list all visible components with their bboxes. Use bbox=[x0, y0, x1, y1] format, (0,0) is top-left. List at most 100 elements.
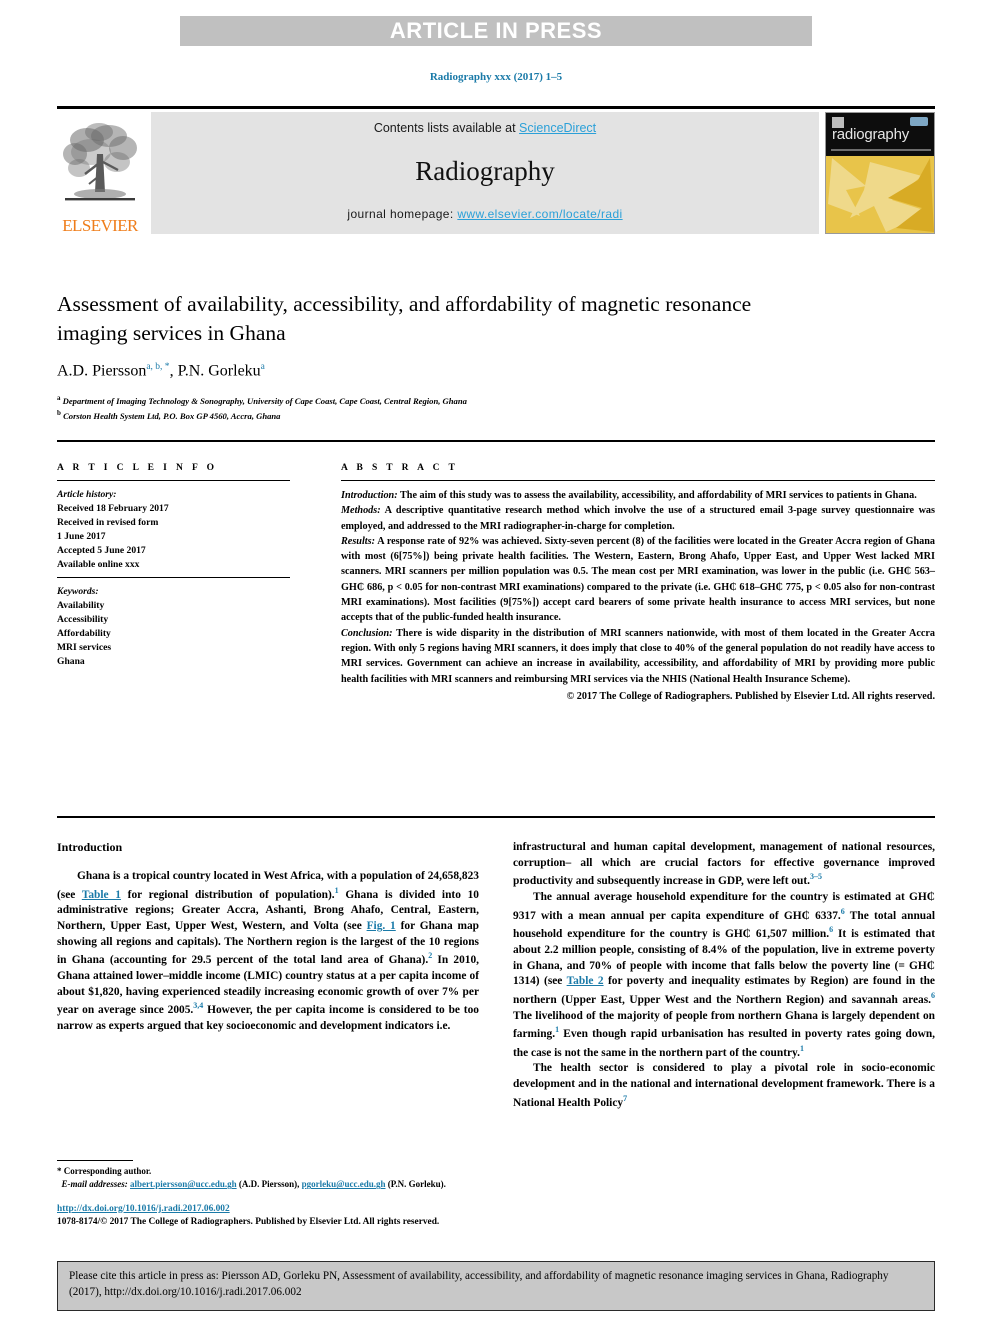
abstract-column: A B S T R A C T Introduction: The aim of… bbox=[327, 463, 935, 704]
journal-masthead: ELSEVIER Contents lists available at Sci… bbox=[57, 106, 935, 234]
email-link-2[interactable]: pgorleku@ucc.edu.gh bbox=[302, 1179, 386, 1189]
abstract-introduction-label: Introduction: bbox=[341, 490, 398, 501]
cover-divider bbox=[831, 149, 931, 151]
abstract-conclusion-label: Conclusion: bbox=[341, 627, 393, 639]
journal-title: Radiography bbox=[415, 155, 555, 186]
article-history-block: Article history: Received 18 February 20… bbox=[57, 488, 327, 571]
body-columns: Introduction Ghana is a tropical country… bbox=[57, 840, 935, 1230]
section-divider-top bbox=[57, 440, 935, 442]
doi-link[interactable]: http://dx.doi.org/10.1016/j.radi.2017.06… bbox=[57, 1204, 230, 1214]
cite-this-article-box: Please cite this article in press as: Pi… bbox=[57, 1261, 935, 1311]
author-separator: , bbox=[169, 362, 178, 380]
intro-paragraph-2: infrastructural and human capital develo… bbox=[513, 840, 935, 890]
affiliation-a: a Department of Imaging Technology & Son… bbox=[57, 393, 935, 408]
intro-paragraph-4: The health sector is considered to play … bbox=[513, 1061, 935, 1111]
article-history-label: Article history: bbox=[57, 489, 117, 500]
intro-paragraph-1: Ghana is a tropical country located in W… bbox=[57, 869, 479, 1035]
info-abstract-section: A R T I C L E I N F O Article history: R… bbox=[57, 463, 935, 704]
email-addresses-note: E-mail addresses: albert.piersson@ucc.ed… bbox=[57, 1178, 479, 1192]
keyword-item: Availability bbox=[57, 600, 105, 612]
abstract-body: Introduction: The aim of this study was … bbox=[341, 488, 935, 704]
p2-seg-a: infrastructural and human capital develo… bbox=[513, 841, 935, 888]
abstract-conclusion-text: There is wide disparity in the distribut… bbox=[341, 627, 935, 685]
abstract-copyright: © 2017 The College of Radiographers. Pub… bbox=[566, 690, 935, 702]
journal-homepage-link[interactable]: www.elsevier.com/locate/radi bbox=[457, 207, 622, 221]
cite-this-article-text: Please cite this article in press as: Pi… bbox=[69, 1270, 889, 1298]
footnote-block: * Corresponding author. E-mail addresses… bbox=[57, 1159, 479, 1230]
keywords-label: Keywords: bbox=[57, 586, 99, 598]
fig-1-link[interactable]: Fig. 1 bbox=[367, 920, 396, 932]
article-info-rule bbox=[57, 480, 290, 481]
abstract-results-label: Results: bbox=[341, 535, 375, 547]
author-1-affiliation-marks[interactable]: a, b, * bbox=[146, 362, 169, 372]
citation-ref-3-4[interactable]: 3,4 bbox=[193, 1001, 203, 1010]
contents-list-prefix: Contents lists available at bbox=[373, 121, 520, 135]
title-block: Assessment of availability, accessibilit… bbox=[57, 290, 935, 423]
journal-homepage-line: journal homepage: www.elsevier.com/locat… bbox=[347, 207, 622, 221]
affiliation-b-mark: b bbox=[57, 409, 61, 418]
abstract-heading: A B S T R A C T bbox=[341, 463, 459, 473]
history-item: Received 18 February 2017 bbox=[57, 502, 169, 514]
doi-block: http://dx.doi.org/10.1016/j.radi.2017.06… bbox=[57, 1203, 479, 1230]
affiliation-list: a Department of Imaging Technology & Son… bbox=[57, 393, 935, 423]
body-column-right: infrastructural and human capital develo… bbox=[513, 840, 935, 1230]
citation-ref-1c[interactable]: 1 bbox=[800, 1044, 804, 1053]
affiliation-b: b Corston Health System Ltd, P.O. Box GP… bbox=[57, 408, 935, 423]
cover-society-mark-icon bbox=[910, 117, 928, 126]
elsevier-tree-icon bbox=[63, 123, 137, 201]
p3-seg-f: Even though rapid urbanisation has resul… bbox=[513, 1028, 935, 1059]
journal-reference-line: Radiography xxx (2017) 1–5 bbox=[429, 71, 563, 83]
elsevier-logo: ELSEVIER bbox=[57, 112, 143, 234]
intro-paragraph-3: The annual average household expenditure… bbox=[513, 890, 935, 1061]
affiliation-a-text: Department of Imaging Technology & Sonog… bbox=[62, 396, 467, 407]
table-1-link[interactable]: Table 1 bbox=[82, 889, 121, 901]
affiliation-a-mark: a bbox=[57, 394, 61, 403]
contents-list-line: Contents lists available at ScienceDirec… bbox=[374, 121, 596, 135]
footnote-rule bbox=[57, 1159, 133, 1161]
citation-ref-3-5[interactable]: 3–5 bbox=[810, 872, 822, 881]
keyword-item: Affordability bbox=[57, 628, 111, 640]
keyword-item: Ghana bbox=[57, 655, 85, 667]
history-item: 1 June 2017 bbox=[57, 530, 106, 542]
sciencedirect-box: Contents lists available at ScienceDirec… bbox=[151, 112, 819, 234]
journal-cover-thumbnail[interactable]: radiography bbox=[825, 112, 935, 234]
cover-starburst-icon bbox=[826, 156, 934, 233]
table-2-link[interactable]: Table 2 bbox=[567, 975, 604, 987]
article-in-press-label: ARTICLE IN PRESS bbox=[389, 18, 603, 43]
citation-ref-6c[interactable]: 6 bbox=[931, 991, 935, 1000]
keywords-block: Keywords: Availability Accessibility Aff… bbox=[57, 585, 327, 668]
abstract-methods-label: Methods: bbox=[341, 505, 381, 517]
elsevier-wordmark: ELSEVIER bbox=[62, 216, 138, 235]
email-1-owner: (A.D. Piersson), bbox=[236, 1179, 302, 1190]
keyword-item: Accessibility bbox=[57, 614, 109, 626]
author-list: A.D. Pierssona, b, *, P.N. Gorlekua bbox=[57, 362, 935, 380]
paper-title: Assessment of availability, accessibilit… bbox=[57, 292, 752, 346]
p4-seg-a: The health sector is considered to play … bbox=[513, 1062, 935, 1109]
journal-homepage-label: journal homepage: bbox=[347, 207, 458, 221]
abstract-rule bbox=[341, 480, 935, 481]
cover-journal-name: radiography bbox=[832, 126, 910, 143]
body-column-left: Introduction Ghana is a tropical country… bbox=[57, 840, 479, 1230]
author-name-1: A.D. Piersson bbox=[57, 362, 147, 380]
abstract-results-text: A response rate of 92% was achieved. Six… bbox=[341, 535, 935, 624]
author-2-affiliation-marks[interactable]: a bbox=[261, 362, 265, 372]
history-item: Accepted 5 June 2017 bbox=[57, 544, 146, 556]
article-in-press-banner: ARTICLE IN PRESS bbox=[180, 16, 812, 46]
email-link-1[interactable]: albert.piersson@ucc.edu.gh bbox=[130, 1179, 237, 1189]
article-info-heading: A R T I C L E I N F O bbox=[57, 463, 218, 473]
citation-ref-7[interactable]: 7 bbox=[623, 1094, 627, 1103]
author-name-2: P.N. Gorleku bbox=[177, 362, 261, 380]
section-divider-bottom bbox=[57, 816, 935, 818]
email-addresses-label: E-mail addresses: bbox=[61, 1179, 128, 1190]
introduction-heading: Introduction bbox=[57, 840, 123, 854]
corresponding-author-note: * Corresponding author. bbox=[57, 1165, 152, 1176]
history-item: Received in revised form bbox=[57, 516, 159, 528]
keywords-rule bbox=[57, 577, 290, 579]
history-item: Available online xxx bbox=[57, 558, 140, 570]
issn-copyright-line: 1078-8174/© 2017 The College of Radiogra… bbox=[57, 1217, 440, 1228]
keyword-item: MRI services bbox=[57, 642, 112, 654]
p1-seg-b: for regional distribution of population)… bbox=[120, 888, 335, 901]
affiliation-b-text: Corston Health System Ltd, P.O. Box GP 4… bbox=[63, 410, 281, 421]
sciencedirect-link[interactable]: ScienceDirect bbox=[519, 121, 596, 135]
abstract-introduction-text: The aim of this study was to assess the … bbox=[397, 490, 917, 501]
